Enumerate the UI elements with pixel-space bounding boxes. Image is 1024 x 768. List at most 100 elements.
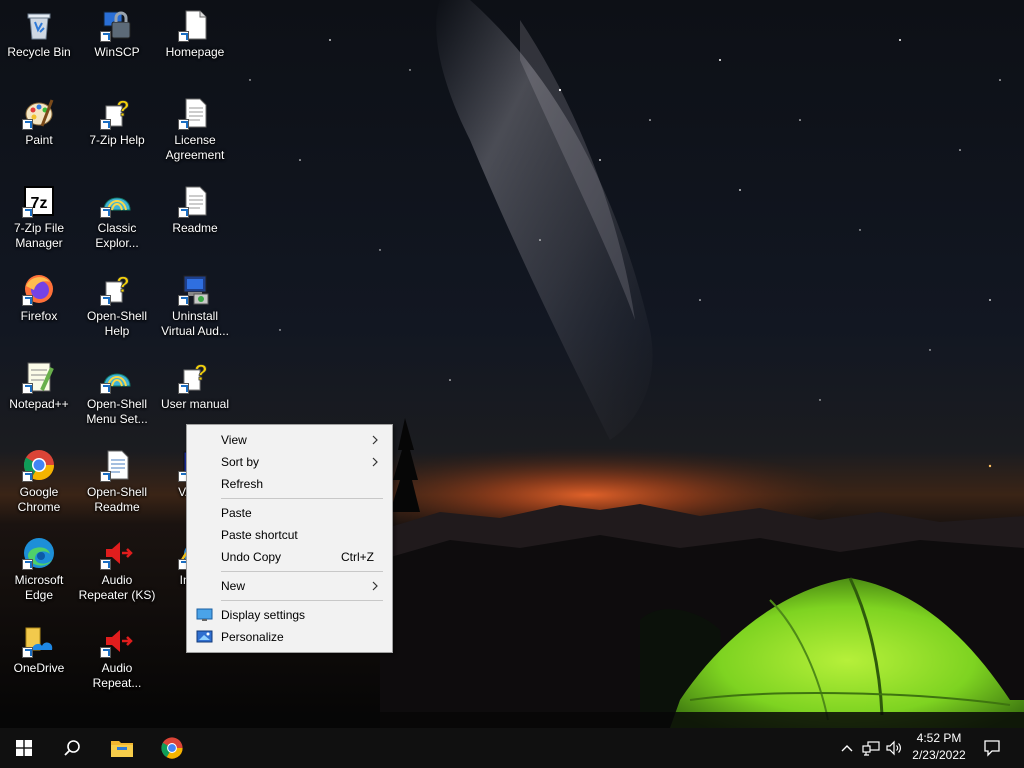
- open-shell-shell-icon: [100, 360, 134, 394]
- icon-label: 7-Zip Help: [89, 133, 145, 147]
- action-center-icon: [984, 740, 1000, 757]
- desktop-icon-classic-explorer[interactable]: Classic Explor...: [78, 184, 156, 251]
- svg-text:?: ?: [116, 96, 129, 121]
- speaker-icon: [100, 624, 134, 658]
- desktop-icon-license-agreement[interactable]: License Agreement: [156, 96, 234, 163]
- icon-label: Audio Repeat...: [92, 661, 142, 690]
- chevron-up-icon[interactable]: [838, 739, 856, 757]
- menu-item-paste[interactable]: Paste: [187, 502, 392, 524]
- menu-separator: [221, 571, 383, 572]
- menu-item-label: Refresh: [221, 477, 264, 491]
- icon-label: Readme: [172, 221, 218, 235]
- desktop-icon-audio-repeater-ks[interactable]: Audio Repeater (KS): [78, 536, 156, 603]
- icon-label: User manual: [160, 397, 230, 411]
- installer-icon: [178, 272, 212, 306]
- menu-item-paste-shortcut[interactable]: Paste shortcut: [187, 524, 392, 546]
- help-file-icon: ?: [100, 272, 134, 306]
- icon-label: Classic Explor...: [95, 221, 139, 250]
- menu-item-new[interactable]: New: [187, 575, 392, 597]
- menu-item-label: New: [221, 579, 246, 593]
- personalize-icon: [196, 630, 213, 643]
- taskbar-clock[interactable]: 4:52 PM 2/23/2022: [905, 730, 973, 766]
- desktop-icon-open-shell-menu-settings[interactable]: Open-Shell Menu Set...: [78, 360, 156, 427]
- menu-item-label: Display settings: [221, 608, 306, 622]
- desktop-icon-firefox[interactable]: Firefox: [0, 272, 78, 324]
- search-button[interactable]: [48, 728, 96, 768]
- recycle-bin-icon: [22, 8, 56, 42]
- icon-label: Uninstall Virtual Aud...: [161, 309, 229, 338]
- desktop-icon-microsoft-edge[interactable]: Microsoft Edge: [0, 536, 78, 603]
- desktop-icon-homepage[interactable]: Homepage: [156, 8, 234, 60]
- menu-item-label: Personalize: [221, 630, 284, 644]
- chevron-right-icon: [372, 581, 378, 591]
- edge-icon: [22, 536, 56, 570]
- taskbar-chrome[interactable]: [148, 728, 196, 768]
- paint-icon: [22, 96, 56, 130]
- help-file-icon: ?: [100, 96, 134, 130]
- menu-item-label: Undo Copy: [221, 550, 282, 564]
- menu-item-sort-by[interactable]: Sort by: [187, 451, 392, 473]
- desktop-icon-paint[interactable]: Paint: [0, 96, 78, 148]
- menu-item-label: View: [221, 433, 247, 447]
- icon-label: Google Chrome: [17, 485, 61, 514]
- search-icon: [64, 740, 80, 756]
- desktop-icon-winscp[interactable]: WinSCP: [78, 8, 156, 60]
- action-center-button[interactable]: [970, 728, 1014, 768]
- icon-label: License Agreement: [165, 133, 225, 162]
- icon-label: OneDrive: [13, 661, 65, 675]
- desktop-icon-notepad-plus-plus[interactable]: Notepad++: [0, 360, 78, 412]
- clock-time: 4:52 PM: [916, 731, 962, 745]
- clock-date: 2/23/2022: [912, 748, 966, 762]
- menu-item-display-settings[interactable]: Display settings: [187, 604, 392, 626]
- menu-item-label: Sort by: [221, 455, 260, 469]
- desktop-icon-user-manual[interactable]: ? User manual: [156, 360, 234, 412]
- icon-label: Open-Shell Readme: [86, 485, 148, 514]
- menu-separator: [221, 600, 383, 601]
- icon-label: Firefox: [20, 309, 58, 323]
- icon-label: WinSCP: [94, 45, 140, 59]
- volume-icon[interactable]: [885, 739, 903, 757]
- desktop-icon-onedrive[interactable]: OneDrive: [0, 624, 78, 676]
- document-icon: [100, 448, 134, 482]
- taskbar: 4:52 PM 2/23/2022: [0, 728, 1024, 768]
- icon-label: Open-Shell Menu Set...: [86, 397, 148, 426]
- desktop-icon-readme[interactable]: Readme: [156, 184, 234, 236]
- menu-item-view[interactable]: View: [187, 429, 392, 451]
- menu-item-refresh[interactable]: Refresh: [187, 473, 392, 495]
- file-explorer-icon: [111, 741, 133, 757]
- desktop-icon-recycle-bin[interactable]: Recycle Bin: [0, 8, 78, 60]
- desktop-icon-uninstall-virtual-audio[interactable]: Uninstall Virtual Aud...: [156, 272, 234, 339]
- icon-label: Paint: [25, 133, 53, 147]
- firefox-icon: [22, 272, 56, 306]
- document-icon: [178, 184, 212, 218]
- winscp-icon: [100, 8, 134, 42]
- windows-logo-icon: [16, 740, 32, 756]
- desktop-icon-7zip-help[interactable]: ? 7-Zip Help: [78, 96, 156, 148]
- desktop-icon-google-chrome[interactable]: Google Chrome: [0, 448, 78, 515]
- svg-text:7z: 7z: [31, 195, 48, 212]
- document-icon: [178, 96, 212, 130]
- icon-label: Open-Shell Help: [86, 309, 148, 338]
- icon-label: Recycle Bin: [7, 45, 71, 59]
- start-button[interactable]: [0, 728, 48, 768]
- icon-label: Homepage: [165, 45, 225, 59]
- icon-label: Microsoft Edge: [14, 573, 64, 602]
- shortcut-key-label: Ctrl+Z: [341, 550, 374, 564]
- desktop-icon-open-shell-readme[interactable]: Open-Shell Readme: [78, 448, 156, 515]
- menu-separator: [221, 498, 383, 499]
- menu-item-label: Paste: [221, 506, 252, 520]
- open-shell-shell-icon: [100, 184, 134, 218]
- onedrive-icon: [22, 624, 56, 658]
- desktop-context-menu: View Sort by Refresh Paste Paste shortcu…: [186, 424, 393, 653]
- taskbar-file-explorer[interactable]: [98, 728, 146, 768]
- desktop-icon-audio-repeater[interactable]: Audio Repeat...: [78, 624, 156, 691]
- chevron-right-icon: [372, 457, 378, 467]
- menu-item-personalize[interactable]: Personalize: [187, 626, 392, 648]
- svg-text:?: ?: [116, 272, 129, 297]
- menu-item-undo-copy[interactable]: Undo Copy Ctrl+Z: [187, 546, 392, 568]
- desktop-icon-open-shell-help[interactable]: ? Open-Shell Help: [78, 272, 156, 339]
- desktop-icon-7zip-file-manager[interactable]: 7z 7-Zip File Manager: [0, 184, 78, 251]
- network-icon[interactable]: [862, 739, 880, 757]
- icon-label: Notepad++: [9, 397, 69, 411]
- chrome-icon: [161, 737, 183, 759]
